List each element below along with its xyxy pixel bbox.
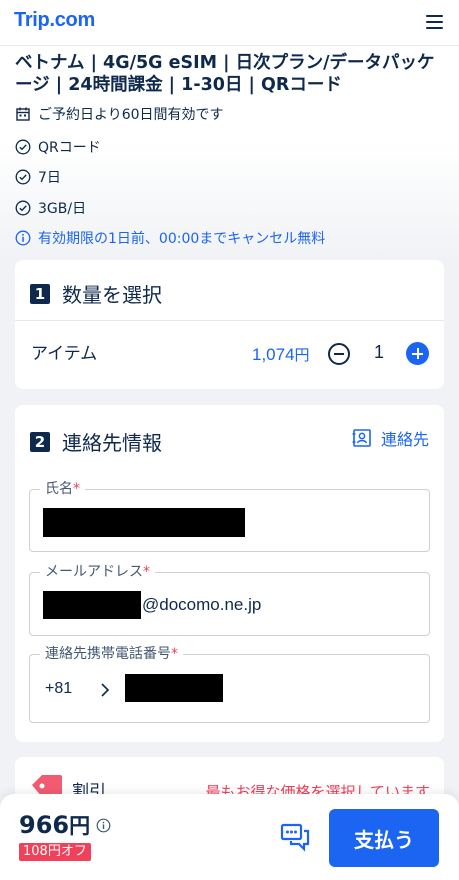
contact-card: 2 連絡先情報 連絡先 氏名* メールアドレス* @docomo.ne.jp 連…: [15, 405, 444, 742]
contact-book-icon: [352, 429, 371, 447]
redacted-phone: [125, 674, 223, 702]
feature-row: QRコード: [15, 137, 101, 157]
feature-row: 7日: [15, 167, 61, 187]
check-circle-icon: [15, 139, 31, 155]
price-value: 1,074: [252, 345, 295, 364]
cancellation-row: 有効期限の1日前、00:00までキャンセル無料: [15, 228, 325, 248]
country-code[interactable]: +81: [45, 680, 72, 698]
email-label-text: メールアドレス: [45, 564, 143, 580]
section-title: 数量を選択: [62, 283, 162, 307]
price-info-icon[interactable]: [96, 818, 111, 833]
trip-logo[interactable]: Trip.com: [14, 9, 95, 32]
cancellation-text: 有効期限の1日前、00:00までキャンセル無料: [38, 231, 326, 247]
required-mark: *: [171, 646, 178, 662]
name-field[interactable]: 氏名*: [29, 481, 430, 552]
step-number: 1: [30, 283, 50, 304]
check-circle-icon: [15, 200, 31, 216]
increase-quantity-button[interactable]: [406, 342, 429, 365]
validity-row: ご予約日より60日間有効です: [15, 104, 224, 124]
top-bar: Trip.com: [0, 0, 459, 46]
required-mark: *: [143, 564, 150, 580]
product-title: ベトナム | 4G/5G eSIM | 日次プラン/データパッケージ | 24時…: [15, 53, 435, 95]
quantity-header: 1 数量を選択: [30, 279, 162, 308]
phone-label-text: 連絡先携帯電話番号: [45, 646, 171, 662]
chat-icon[interactable]: [280, 822, 310, 852]
quantity-value: 1: [373, 342, 384, 362]
feature-row: 3GB/日: [15, 198, 86, 218]
decrease-quantity-button[interactable]: [328, 343, 350, 365]
phone-field-label: 連絡先携帯電話番号*: [40, 646, 183, 663]
name-label-text: 氏名: [45, 481, 73, 497]
total-price: 966 円: [19, 810, 111, 840]
phone-field[interactable]: 連絡先携帯電話番号* +81: [29, 646, 430, 723]
discount-badge: 108円オフ: [19, 843, 91, 861]
feature-text: 3GB/日: [38, 201, 87, 217]
redacted-name: [43, 508, 245, 537]
feature-text: QRコード: [38, 140, 101, 156]
info-icon: [15, 230, 31, 246]
required-mark: *: [73, 481, 80, 497]
calendar-icon: [16, 107, 30, 121]
name-field-label: 氏名*: [40, 481, 85, 498]
hamburger-menu-icon[interactable]: [426, 15, 443, 29]
quantity-card: 1 数量を選択 アイテム 1,074円 1: [15, 260, 444, 389]
validity-text: ご予約日より60日間有効です: [38, 107, 224, 123]
contact-header: 2 連絡先情報: [30, 427, 162, 456]
pay-button[interactable]: 支払う: [329, 809, 439, 867]
section-title: 連絡先情報: [62, 431, 162, 455]
checkout-footer: 966 円 108円オフ 支払う: [0, 794, 459, 880]
email-field[interactable]: メールアドレス* @docomo.ne.jp: [29, 564, 430, 636]
step-number: 2: [30, 431, 50, 452]
total-value: 966: [19, 811, 70, 839]
check-circle-icon: [15, 169, 31, 185]
item-label: アイテム: [31, 344, 98, 364]
feature-text: 7日: [38, 170, 61, 186]
contacts-link-label: 連絡先: [380, 430, 429, 449]
divider: [15, 320, 444, 321]
item-price: 1,074円: [252, 344, 310, 365]
price-unit: 円: [294, 346, 310, 364]
redacted-email-user: [43, 591, 141, 619]
email-field-label: メールアドレス*: [40, 564, 155, 581]
chevron-right-icon[interactable]: [98, 681, 112, 699]
contacts-link[interactable]: 連絡先: [352, 426, 429, 450]
email-domain: @docomo.ne.jp: [142, 595, 262, 614]
total-unit: 円: [69, 814, 91, 838]
